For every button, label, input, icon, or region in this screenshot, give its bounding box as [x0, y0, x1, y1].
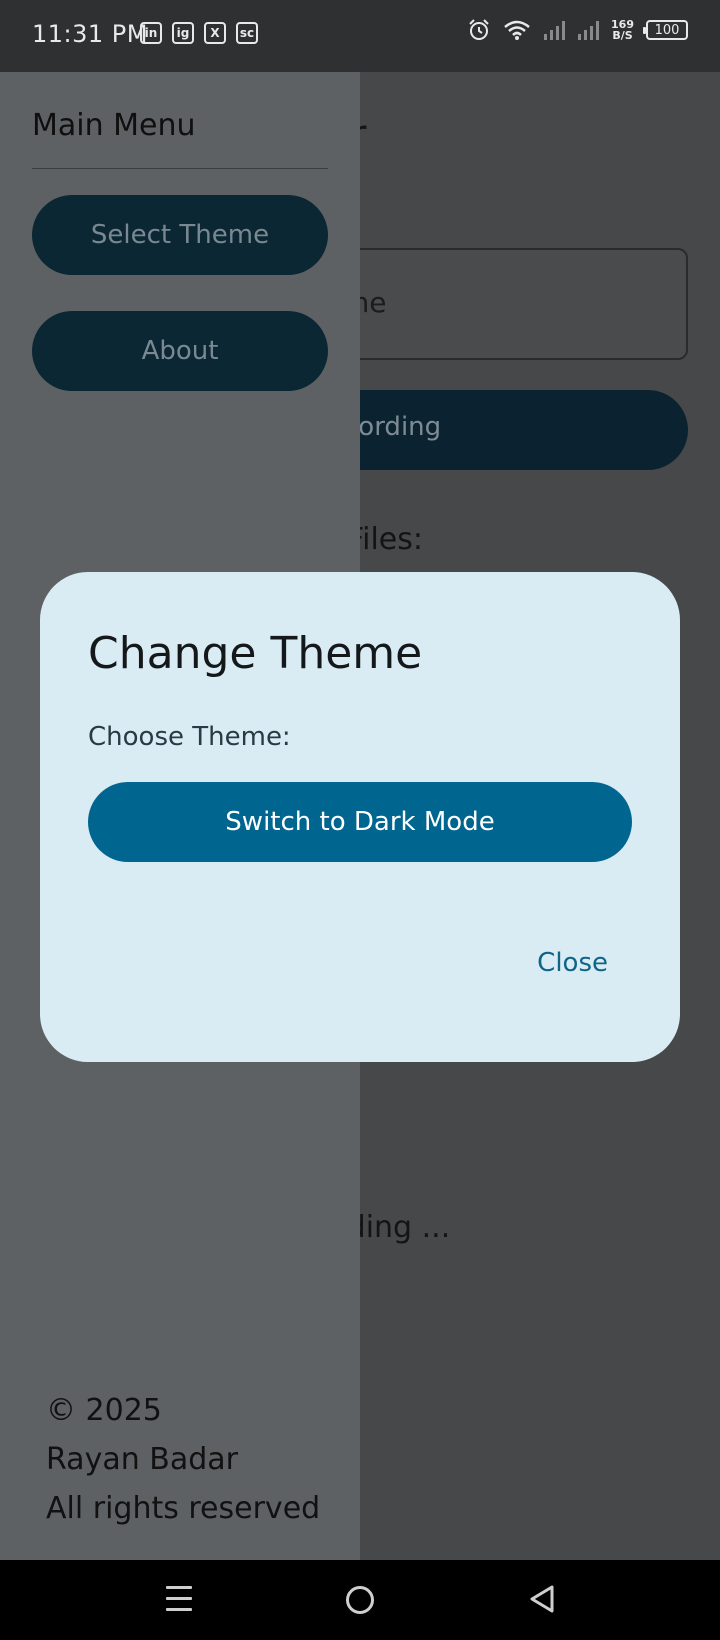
- about-button[interactable]: About: [32, 311, 328, 391]
- select-theme-button[interactable]: Select Theme: [32, 195, 328, 275]
- wifi-icon: [504, 20, 530, 40]
- notification-icons: in ig X sc: [140, 22, 258, 44]
- net-speed-unit: B/S: [612, 29, 633, 42]
- home-icon[interactable]: [346, 1586, 374, 1614]
- copyright-text: © 2025: [46, 1393, 162, 1428]
- instagram-icon: ig: [172, 22, 194, 44]
- change-theme-dialog: Change Theme Choose Theme: Switch to Dar…: [40, 572, 680, 1062]
- status-bar: 11:31 PM in ig X sc 169 B/S 100: [0, 0, 720, 72]
- status-time: 11:31 PM: [32, 20, 148, 48]
- drawer-divider: [32, 168, 328, 169]
- battery-icon: 100: [643, 20, 688, 40]
- switch-dark-mode-button[interactable]: Switch to Dark Mode: [88, 782, 632, 862]
- author-name: Rayan Badar: [46, 1442, 238, 1477]
- signal-icon: [578, 21, 600, 40]
- drawer-title: Main Menu: [32, 108, 196, 143]
- back-icon[interactable]: [528, 1584, 556, 1614]
- rights-text: All rights reserved: [46, 1491, 321, 1526]
- alarm-icon: [469, 19, 489, 40]
- dialog-title: Change Theme: [88, 628, 423, 679]
- menu-icon[interactable]: [166, 1586, 192, 1612]
- x-icon: X: [204, 22, 226, 44]
- net-speed: 169 B/S: [611, 19, 634, 41]
- system-icons: 169 B/S 100: [467, 18, 688, 42]
- navigation-bar: [0, 1560, 720, 1640]
- snapchat-icon: sc: [236, 22, 258, 44]
- dialog-subtitle: Choose Theme:: [88, 722, 291, 752]
- signal-icon: [544, 21, 566, 40]
- linkedin-icon: in: [140, 22, 162, 44]
- close-button[interactable]: Close: [537, 948, 608, 978]
- drawer-footer: © 2025 Rayan Badar All rights reserved: [46, 1386, 320, 1533]
